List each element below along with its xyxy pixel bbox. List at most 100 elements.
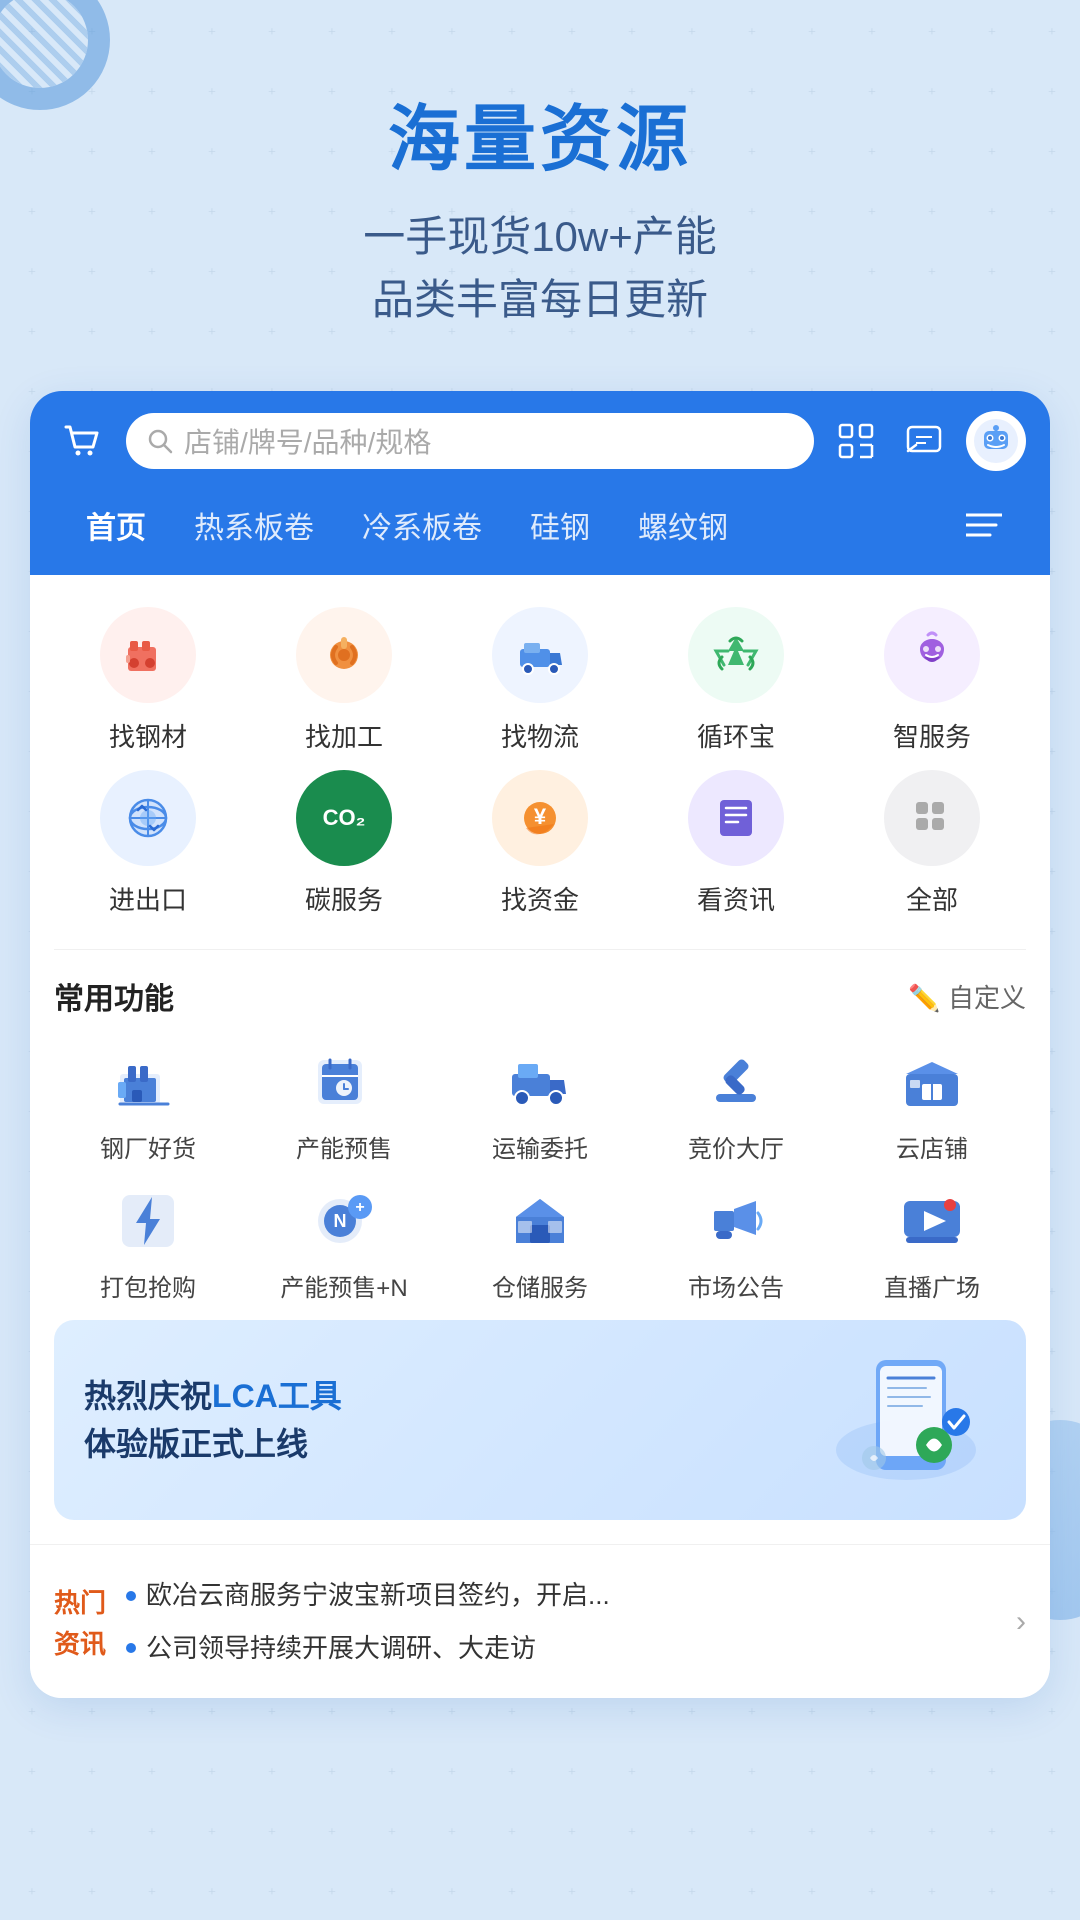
cart-button[interactable] bbox=[54, 413, 110, 469]
func-live-plaza-label: 直播广场 bbox=[884, 1273, 980, 1304]
auction-icon bbox=[696, 1042, 776, 1122]
func-capacity-plus[interactable]: N + 产能预售+N bbox=[250, 1181, 438, 1304]
func-warehouse-label: 仓储服务 bbox=[492, 1273, 588, 1304]
category-steel[interactable]: 找钢材 bbox=[54, 607, 242, 754]
news-tag-info: 资讯 bbox=[54, 1624, 106, 1661]
nav-more-button[interactable] bbox=[950, 499, 1018, 551]
banner-text: 热烈庆祝LCA工具 体验版正式上线 bbox=[84, 1372, 816, 1468]
func-transport-label: 运输委托 bbox=[492, 1134, 588, 1165]
hero-title: 海量资源 bbox=[40, 80, 1040, 185]
news-item-2-text: 公司领导持续开展大调研、大走访 bbox=[146, 1630, 536, 1666]
news-section: 热门 资讯 欧冶云商服务宁波宝新项目签约，开启... 公司领导持续开展大调研、大… bbox=[30, 1544, 1050, 1698]
all-icon bbox=[884, 770, 980, 866]
category-logistics-label: 找物流 bbox=[501, 717, 579, 754]
category-logistics[interactable]: 找物流 bbox=[446, 607, 634, 754]
category-all-label: 全部 bbox=[906, 880, 958, 917]
flash-buy-icon bbox=[108, 1181, 188, 1261]
recycle-icon bbox=[688, 607, 784, 703]
func-capacity-presale[interactable]: 产能预售 bbox=[250, 1042, 438, 1165]
capacity-plus-icon: N + bbox=[304, 1181, 384, 1261]
carbon-icon: CO₂ bbox=[296, 770, 392, 866]
live-plaza-icon bbox=[892, 1181, 972, 1261]
svg-text:+: + bbox=[355, 1199, 364, 1216]
func-factory-goods[interactable]: 钢厂好货 bbox=[54, 1042, 242, 1165]
search-input[interactable]: 店铺/牌号/品种/规格 bbox=[184, 421, 431, 461]
news-list: 欧冶云商服务宁波宝新项目签约，开启... 公司领导持续开展大调研、大走访 bbox=[126, 1569, 996, 1674]
nav-tab-silicon[interactable]: 硅钢 bbox=[506, 491, 614, 559]
nav-tab-home[interactable]: 首页 bbox=[62, 491, 170, 559]
banner-title-line1: 热烈庆祝LCA工具 bbox=[84, 1372, 816, 1420]
steel-icon bbox=[100, 607, 196, 703]
func-warehouse[interactable]: 仓储服务 bbox=[446, 1181, 634, 1304]
category-fund[interactable]: ¥ 找资金 bbox=[446, 770, 634, 917]
functions-grid: 钢厂好货 产能预售 bbox=[54, 1042, 1026, 1304]
capacity-presale-icon bbox=[304, 1042, 384, 1122]
func-flash-buy-label: 打包抢购 bbox=[100, 1273, 196, 1304]
category-recycle[interactable]: 循环宝 bbox=[642, 607, 830, 754]
func-capacity-plus-label: 产能预售+N bbox=[280, 1273, 407, 1304]
category-steel-label: 找钢材 bbox=[109, 717, 187, 754]
func-live-plaza[interactable]: 直播广场 bbox=[838, 1181, 1026, 1304]
hero-section: 海量资源 一手现货10w+产能 品类丰富每日更新 bbox=[0, 0, 1080, 371]
transport-icon bbox=[500, 1042, 580, 1122]
category-icon-grid: 找钢材 找加工 bbox=[54, 607, 1026, 917]
import-export-icon bbox=[100, 770, 196, 866]
app-card: 店铺/牌号/品种/规格 bbox=[30, 391, 1050, 1698]
scan-button[interactable] bbox=[830, 415, 882, 467]
news-arrow[interactable]: › bbox=[1016, 1605, 1026, 1639]
category-recycle-label: 循环宝 bbox=[697, 717, 775, 754]
nav-tab-rebar[interactable]: 螺纹钢 bbox=[614, 491, 752, 559]
news-tag: 热门 资讯 bbox=[54, 1583, 106, 1661]
message-button[interactable] bbox=[898, 415, 950, 467]
func-flash-buy[interactable]: 打包抢购 bbox=[54, 1181, 242, 1304]
header-actions bbox=[830, 411, 1026, 471]
hero-subtitle-line1: 一手现货10w+产能 bbox=[40, 205, 1040, 268]
logistics-icon bbox=[492, 607, 588, 703]
news-tag-hot: 热门 bbox=[54, 1583, 106, 1620]
func-capacity-presale-label: 产能预售 bbox=[296, 1134, 392, 1165]
news-item-1[interactable]: 欧冶云商服务宁波宝新项目签约，开启... bbox=[126, 1569, 996, 1621]
func-cloud-shop-label: 云店铺 bbox=[896, 1134, 968, 1165]
category-fund-label: 找资金 bbox=[501, 880, 579, 917]
news-dot-2 bbox=[126, 1643, 136, 1653]
warehouse-icon bbox=[500, 1181, 580, 1261]
app-header: 店铺/牌号/品种/规格 bbox=[30, 391, 1050, 575]
nav-tab-hot-coil[interactable]: 热系板卷 bbox=[170, 491, 338, 559]
factory-goods-icon bbox=[108, 1042, 188, 1122]
func-auction-label: 竞价大厅 bbox=[688, 1134, 784, 1165]
avatar-button[interactable] bbox=[966, 411, 1026, 471]
nav-tab-cold-coil[interactable]: 冷系板卷 bbox=[338, 491, 506, 559]
category-smart-service-label: 智服务 bbox=[893, 717, 971, 754]
category-carbon[interactable]: CO₂ 碳服务 bbox=[250, 770, 438, 917]
smart-service-icon bbox=[884, 607, 980, 703]
content-area: 找钢材 找加工 bbox=[30, 575, 1050, 1544]
market-notice-icon bbox=[696, 1181, 776, 1261]
nav-tabs: 首页 热系板卷 冷系板卷 硅钢 螺纹钢 bbox=[54, 491, 1026, 559]
common-functions-header: 常用功能 ✏️ 自定义 bbox=[54, 974, 1026, 1018]
func-factory-goods-label: 钢厂好货 bbox=[100, 1134, 196, 1165]
customize-button[interactable]: ✏️ 自定义 bbox=[908, 978, 1026, 1015]
func-market-notice[interactable]: 市场公告 bbox=[642, 1181, 830, 1304]
search-bar[interactable]: 店铺/牌号/品种/规格 bbox=[126, 413, 814, 469]
func-cloud-shop[interactable]: 云店铺 bbox=[838, 1042, 1026, 1165]
category-news[interactable]: 看资讯 bbox=[642, 770, 830, 917]
category-carbon-label: 碳服务 bbox=[305, 880, 383, 917]
category-smart-service[interactable]: 智服务 bbox=[838, 607, 1026, 754]
cloud-shop-icon bbox=[892, 1042, 972, 1122]
header-top-row: 店铺/牌号/品种/规格 bbox=[54, 411, 1026, 471]
promo-banner[interactable]: 热烈庆祝LCA工具 体验版正式上线 bbox=[54, 1320, 1026, 1520]
news-dot-1 bbox=[126, 1591, 136, 1601]
svg-text:N: N bbox=[334, 1211, 347, 1231]
category-machining-label: 找加工 bbox=[305, 717, 383, 754]
category-machining[interactable]: 找加工 bbox=[250, 607, 438, 754]
hero-subtitle-line2: 品类丰富每日更新 bbox=[40, 268, 1040, 331]
category-import-export-label: 进出口 bbox=[109, 880, 187, 917]
news-icon bbox=[688, 770, 784, 866]
category-import-export[interactable]: 进出口 bbox=[54, 770, 242, 917]
func-transport[interactable]: 运输委托 bbox=[446, 1042, 634, 1165]
category-all[interactable]: 全部 bbox=[838, 770, 1026, 917]
hero-subtitle: 一手现货10w+产能 品类丰富每日更新 bbox=[40, 205, 1040, 331]
news-item-2[interactable]: 公司领导持续开展大调研、大走访 bbox=[126, 1622, 996, 1674]
func-auction[interactable]: 竞价大厅 bbox=[642, 1042, 830, 1165]
banner-image bbox=[816, 1350, 996, 1490]
